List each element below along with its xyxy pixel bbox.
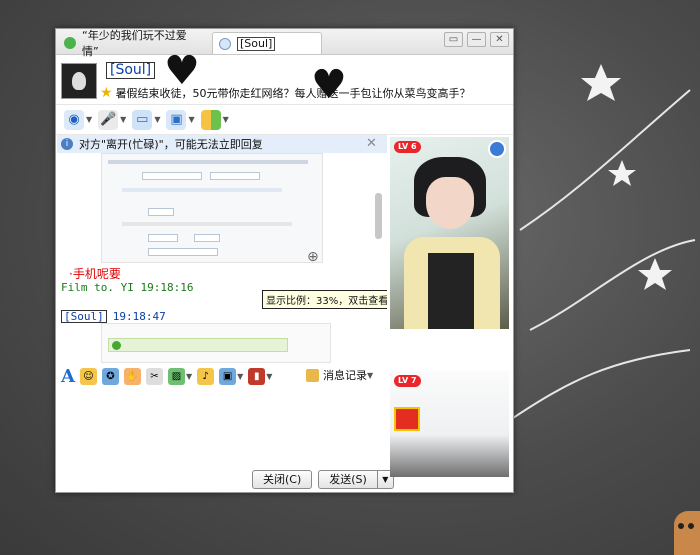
message-input[interactable] <box>57 389 387 464</box>
message-time: 19:18:47 <box>112 310 166 323</box>
check-icon <box>64 37 76 49</box>
gift-tool-icon[interactable]: ▮ <box>248 367 266 385</box>
screen-share-icon[interactable]: ▣ <box>219 367 237 385</box>
send-buttons: 关闭(C) 发送(S) ▼ <box>252 470 394 489</box>
contact-signature: ★ 暑假结束收徒，50元带你走红网络？每人赠送一手包让你从菜鸟变高手？ <box>100 85 471 101</box>
history-icon <box>306 368 319 382</box>
music-icon[interactable]: ♪ <box>197 367 215 385</box>
contact-header: [Soul] ★ 暑假结束收徒，50元带你走红网络？每人赠送一手包让你从菜鸟变高… <box>56 51 513 108</box>
tab-soul[interactable]: [Soul] <box>212 32 322 54</box>
chevron-down-icon: ▼ <box>367 370 374 380</box>
gift-icon[interactable] <box>394 407 420 431</box>
microphone-icon[interactable]: 🎤 <box>98 109 119 130</box>
chevron-down-icon[interactable]: ▼ <box>223 115 229 124</box>
close-window-button[interactable]: ✕ <box>490 32 509 47</box>
chevron-down-icon[interactable]: ▼ <box>154 115 160 124</box>
heart-icon: ♥ <box>311 62 347 108</box>
remote-desktop-icon[interactable]: ▣ <box>166 109 187 130</box>
level-badge: LV 7 <box>394 375 421 387</box>
message-sender-line: Film to. YI 19:18:16 <box>61 281 194 294</box>
screenshot-image[interactable] <box>101 153 323 263</box>
restore-button[interactable]: ▭ <box>444 32 463 47</box>
send-button[interactable]: 发送(S) <box>318 470 378 489</box>
title-bar: “年少的我们玩不过爱情” [Soul] ▭ — ✕ <box>56 29 513 58</box>
chevron-down-icon[interactable]: ▼ <box>86 115 92 124</box>
info-icon: i <box>61 138 73 150</box>
window-controls: ▭ — ✕ <box>444 32 509 47</box>
zoom-icon[interactable]: ⊕ <box>307 249 319 265</box>
font-icon[interactable]: A <box>61 366 75 387</box>
tab-soul-label: [Soul] <box>237 36 276 51</box>
star-icon: ★ <box>100 85 113 101</box>
zoom-tooltip: 显示比例：33%，双击查看原图 <box>262 290 387 309</box>
image-icon[interactable]: ▨ <box>167 367 185 385</box>
message-history: ⊕ ·手机呢要 Film to. YI 19:18:16 [Soul] 19:1… <box>57 153 387 363</box>
screenshot-tool-icon[interactable]: ✂ <box>145 367 163 385</box>
magic-emoji-icon[interactable]: ✪ <box>101 367 119 385</box>
chevron-down-icon[interactable]: ▼ <box>266 372 272 381</box>
screenshot-image[interactable] <box>101 323 331 363</box>
my-show-photo[interactable]: LV 7 <box>390 371 509 477</box>
call-toolbar: ◉ ▼ 🎤 ▼ ▭ ▼ ▣ ▼ ▼ <box>56 105 513 135</box>
send-group: 发送(S) ▼ <box>318 470 394 489</box>
minimize-button[interactable]: — <box>467 32 486 47</box>
clock-icon <box>219 37 231 50</box>
close-button[interactable]: 关闭(C) <box>252 470 313 489</box>
bear-mascot-icon <box>674 511 700 555</box>
contact-name[interactable]: [Soul] <box>106 62 156 79</box>
emoji-icon[interactable]: ☺ <box>79 367 97 385</box>
apps-icon[interactable] <box>200 109 221 130</box>
message-user-line: [Soul] 19:18:47 <box>61 310 166 323</box>
desktop-floral-decoration <box>500 0 700 555</box>
side-panel: LV 6 LV 7 <box>390 137 510 492</box>
chevron-down-icon[interactable]: ▼ <box>120 115 126 124</box>
notice-close-button[interactable]: ✕ <box>366 136 377 151</box>
history-label: 消息记录 <box>323 369 367 382</box>
level-badge: LV 6 <box>394 141 421 153</box>
notify-icon[interactable] <box>488 140 506 158</box>
success-banner <box>108 338 288 352</box>
message-username[interactable]: [Soul] <box>61 310 107 323</box>
chevron-down-icon[interactable]: ▼ <box>188 115 194 124</box>
file-transfer-icon[interactable]: ▭ <box>132 109 153 130</box>
away-notice-text: 对方"离开(忙碌)"，可能无法立即回复 <box>79 138 263 151</box>
webcam-icon[interactable]: ◉ <box>64 109 84 130</box>
contact-show-photo[interactable]: LV 6 <box>390 137 509 329</box>
nudge-icon[interactable]: ✋ <box>123 367 141 385</box>
chevron-down-icon[interactable]: ▼ <box>237 372 243 381</box>
message-text: ·手机呢要 <box>69 267 121 281</box>
heart-icon: ♥ <box>164 48 200 94</box>
chevron-down-icon[interactable]: ▼ <box>186 372 192 381</box>
chat-window: “年少的我们玩不过爱情” [Soul] ▭ — ✕ [Soul] ★ 暑假结束收… <box>55 28 514 493</box>
away-notice: i 对方"离开(忙碌)"，可能无法立即回复 <box>57 135 387 153</box>
message-history-button[interactable]: 消息记录 ▼ <box>306 367 373 383</box>
scrollbar[interactable] <box>375 193 382 239</box>
avatar[interactable] <box>61 63 97 99</box>
